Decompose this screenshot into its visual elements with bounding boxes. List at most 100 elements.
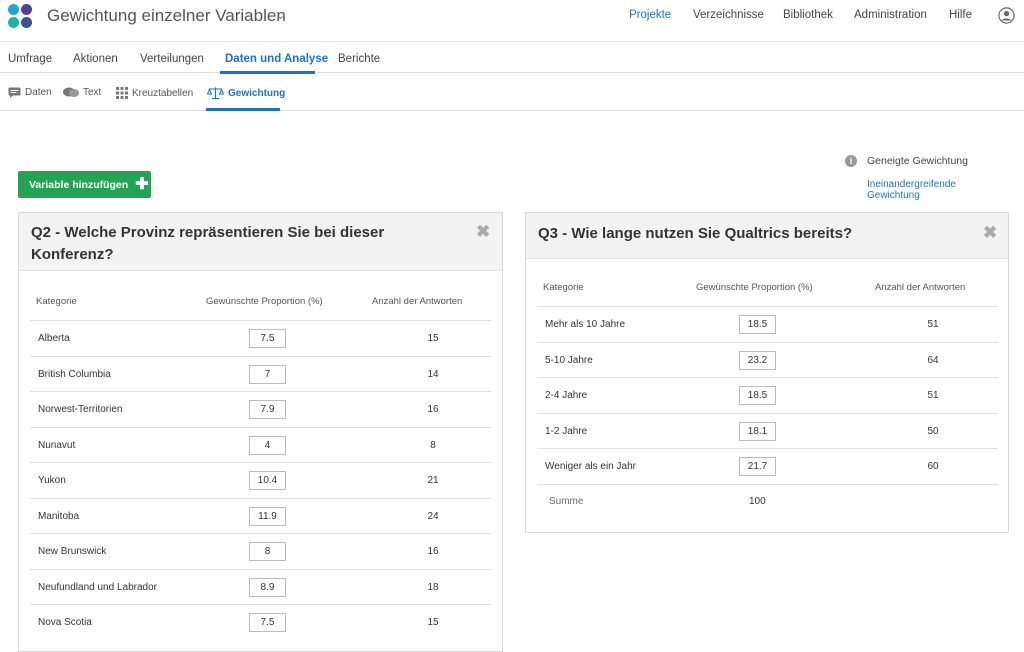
qualtrics-logo-icon[interactable] <box>8 4 34 30</box>
balance-scale-icon <box>207 87 224 99</box>
q3-variable-panel: Q3 - Wie lange nutzen Sie Qualtrics bere… <box>525 212 1009 533</box>
proportion-input[interactable]: 21.7 <box>739 457 776 476</box>
q3-title: Q3 - Wie lange nutzen Sie Qualtrics bere… <box>538 225 853 242</box>
category-label: Norwest-Territorien <box>38 404 123 415</box>
tab-berichte[interactable]: Berichte <box>338 53 380 65</box>
tab-verteilungen[interactable]: Verteilungen <box>140 53 204 65</box>
user-account-icon[interactable] <box>998 7 1015 24</box>
chat-bubble-icon <box>8 87 21 98</box>
proportion-input[interactable]: 7.5 <box>249 613 286 632</box>
category-label: 1-2 Jahre <box>545 425 588 437</box>
sub-tab-bar: Daten Text Kreuztabellen Gewichtung <box>0 74 1024 111</box>
response-count: 24 <box>427 510 439 522</box>
close-icon[interactable]: ✖ <box>476 222 490 242</box>
proportion-input[interactable]: 7 <box>249 364 286 384</box>
proportion-input[interactable]: 7.5 <box>249 329 286 348</box>
response-count: 50 <box>927 425 939 437</box>
subtab-text[interactable]: Text <box>63 87 101 98</box>
tab-umfrage[interactable]: Umfrage <box>8 53 52 65</box>
project-title[interactable]: Gewichtung einzelner Variablen <box>47 6 286 26</box>
proportion-input[interactable]: 4 <box>249 435 286 455</box>
category-label: 5-10 Jahre <box>545 354 593 366</box>
response-count: 21 <box>427 475 439 486</box>
column-header-category: Kategorie <box>36 296 77 307</box>
proportion-input[interactable]: 8 <box>249 542 286 561</box>
response-count: 16 <box>427 404 439 415</box>
proportion-input[interactable]: 10.4 <box>249 471 286 490</box>
interlocking-weighting-link[interactable]: Ineinandergreifende Gewichtung <box>867 179 977 201</box>
q2-title: Q2 - Welche Provinz repräsentieren Sie b… <box>31 224 385 263</box>
grid-icon <box>116 87 128 99</box>
active-subtab-indicator <box>206 108 280 111</box>
plus-icon: ✚ <box>135 175 149 193</box>
proportion-input[interactable]: 8.9 <box>249 577 286 597</box>
q3-panel-header: Q3 - Wie lange nutzen Sie Qualtrics bere… <box>526 213 1008 259</box>
table-row: Manitoba 11.9 24 <box>30 497 491 534</box>
main-tab-bar: Umfrage Aktionen Verteilungen Daten und … <box>0 43 1024 74</box>
response-count: 16 <box>427 546 439 557</box>
subtab-label: Kreuztabellen <box>132 87 194 99</box>
response-count: 60 <box>927 461 939 472</box>
nav-administration[interactable]: Administration <box>854 9 927 21</box>
category-label: Neufundland und Labrador <box>38 581 157 593</box>
proportion-input[interactable]: 11.9 <box>249 506 286 526</box>
table-row: Alberta 7.5 15 <box>30 320 491 356</box>
subtab-gewichtung[interactable]: Gewichtung <box>207 87 285 99</box>
close-icon[interactable]: ✖ <box>983 223 997 243</box>
chat-bubbles-icon <box>63 87 79 97</box>
tab-daten-und-analyse[interactable]: Daten und Analyse <box>225 53 328 65</box>
sum-value: 100 <box>749 496 766 507</box>
category-label: Weniger als ein Jahr <box>545 461 636 472</box>
subtab-kreuztabellen[interactable]: Kreuztabellen <box>116 87 193 99</box>
table-row: Norwest-Territorien 7.9 16 <box>30 391 491 427</box>
sum-row: Summe 100 <box>537 484 998 514</box>
column-header-proportion: Gewünschte Proportion (%) <box>206 296 323 307</box>
add-variable-button[interactable]: Variable hinzufügen ✚ <box>18 171 151 198</box>
table-row: Weniger als ein Jahr 21.7 60 <box>537 448 998 484</box>
table-row: Mehr als 10 Jahre 18.5 51 <box>537 306 998 342</box>
proportion-input[interactable]: 7.9 <box>249 400 286 419</box>
category-label: Manitoba <box>38 510 80 522</box>
table-row: 2-4 Jahre 18.5 51 <box>537 377 998 413</box>
q2-variable-panel: Q2 - Welche Provinz repräsentieren Sie b… <box>18 212 503 652</box>
category-label: 2-4 Jahre <box>545 390 588 401</box>
table-row: Neufundland und Labrador 8.9 18 <box>30 568 491 605</box>
table-row: Nova Scotia 7.5 15 <box>30 604 491 640</box>
subtab-label: Daten <box>25 87 52 98</box>
column-header-count: Anzahl der Antworten <box>875 282 966 293</box>
tab-aktionen[interactable]: Aktionen <box>73 53 118 65</box>
nav-hilfe[interactable]: Hilfe <box>949 9 972 21</box>
category-label: New Brunswick <box>38 546 107 557</box>
inclined-weighting-option[interactable]: Geneigte Gewichtung <box>867 155 968 167</box>
response-count: 15 <box>427 617 439 628</box>
response-count: 51 <box>927 319 939 330</box>
response-count: 64 <box>927 354 939 366</box>
table-row: 1-2 Jahre 18.1 50 <box>537 412 998 449</box>
proportion-input[interactable]: 18.5 <box>739 315 776 334</box>
proportion-input[interactable]: 18.5 <box>739 386 776 405</box>
nav-bibliothek[interactable]: Bibliothek <box>783 9 833 21</box>
subtab-daten[interactable]: Daten <box>8 87 52 98</box>
column-header-count: Anzahl der Antworten <box>372 296 463 307</box>
add-variable-label: Variable hinzufügen <box>29 178 129 191</box>
category-label: Nova Scotia <box>38 617 92 628</box>
response-count: 51 <box>927 390 939 401</box>
subtab-label: Gewichtung <box>228 87 286 99</box>
response-count: 14 <box>427 368 439 380</box>
info-icon[interactable]: i <box>845 155 857 167</box>
response-count: 18 <box>427 581 439 593</box>
response-count: 8 <box>430 439 436 451</box>
table-row: 5-10 Jahre 23.2 64 <box>537 341 998 378</box>
q2-panel-header: Q2 - Welche Provinz repräsentieren Sie b… <box>19 213 502 271</box>
category-label: Yukon <box>38 475 66 486</box>
nav-verzeichnisse[interactable]: Verzeichnisse <box>693 9 764 21</box>
proportion-input[interactable]: 23.2 <box>739 350 776 370</box>
sum-label: Summe <box>549 496 584 507</box>
column-header-category: Kategorie <box>543 282 584 293</box>
nav-projekte[interactable]: Projekte <box>629 9 671 21</box>
proportion-input[interactable]: 18.1 <box>739 421 776 441</box>
category-label: Mehr als 10 Jahre <box>545 319 626 330</box>
table-row: Yukon 10.4 21 <box>30 462 491 498</box>
table-row: British Columbia 7 14 <box>30 355 491 392</box>
chevron-down-icon[interactable]: ⌄ <box>276 9 285 22</box>
